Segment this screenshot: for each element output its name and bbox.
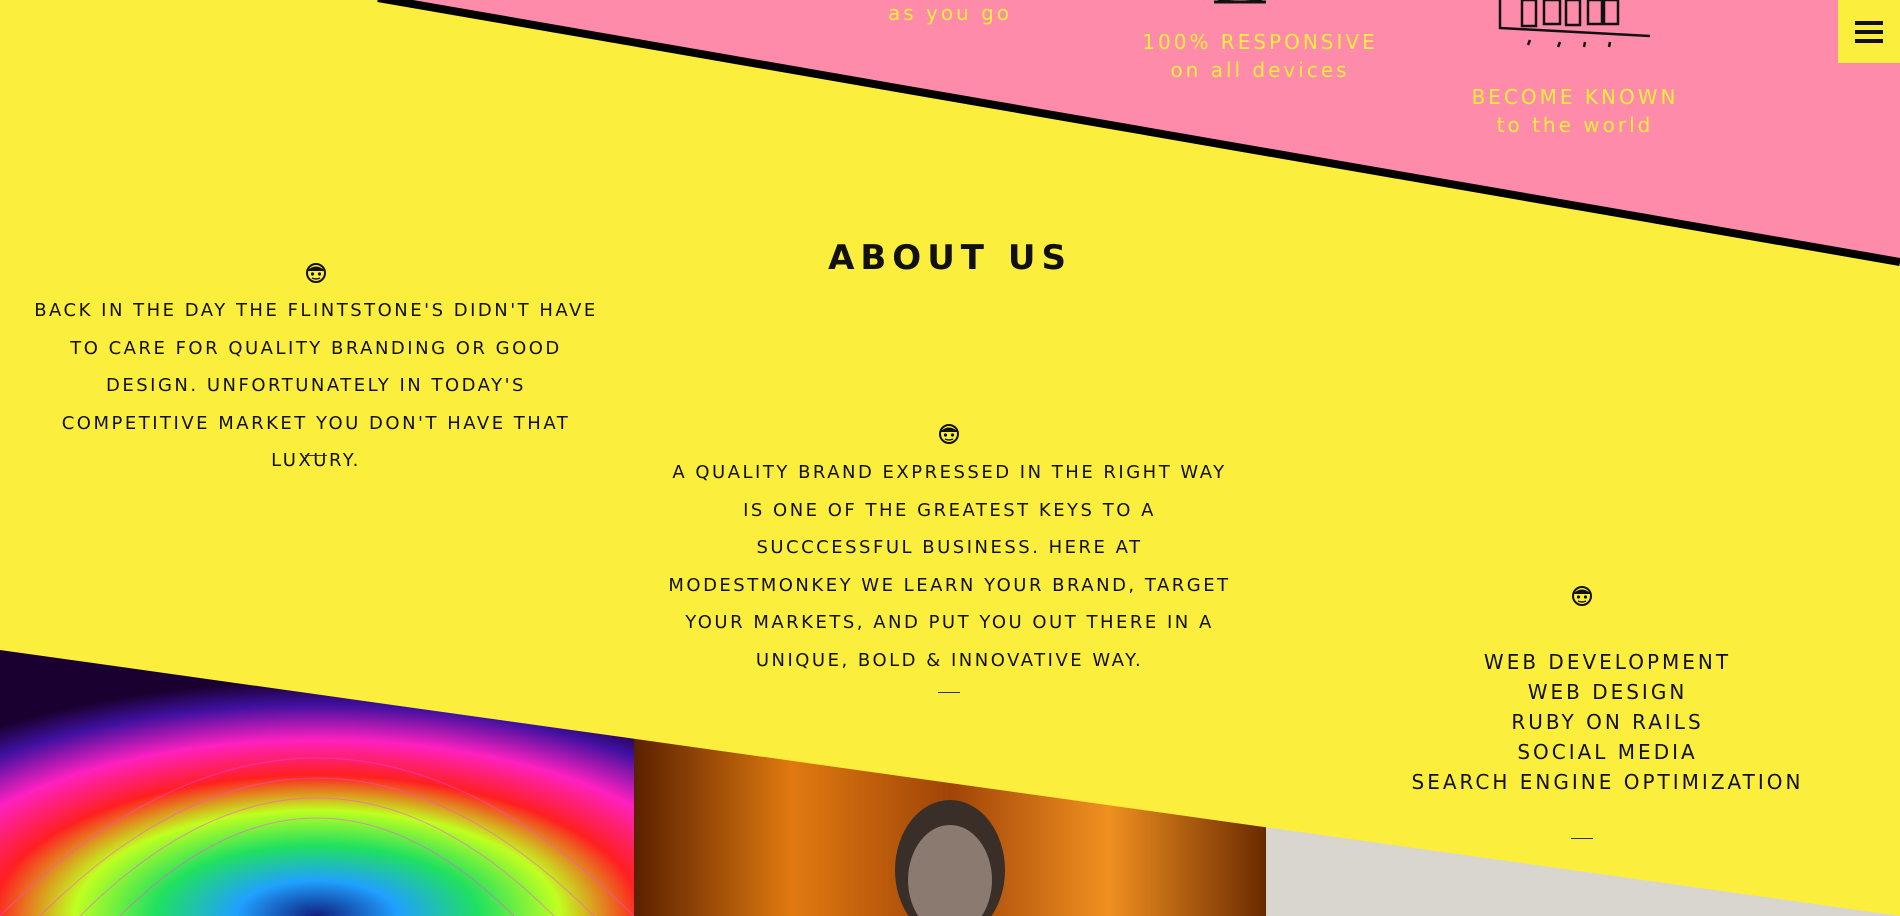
device-illustration — [1214, 0, 1266, 4]
divider — [938, 692, 960, 693]
feature-1-subtitle: as you go — [887, 1, 1013, 25]
about-title: ABOUT US — [828, 238, 1072, 278]
feature-2-subtitle: on all devices — [1170, 58, 1350, 82]
feature-3-title: BECOME KNOWN — [1471, 85, 1679, 109]
monkey-icon — [306, 263, 326, 283]
rainbow-image — [0, 650, 634, 916]
services-list: WEB DEVELOPMENT WEB DESIGN RUBY ON RAILS… — [1380, 647, 1835, 797]
service-item: RUBY ON RAILS — [1511, 710, 1704, 734]
feature-3-subtitle: to the world — [1496, 113, 1654, 137]
hamburger-menu-icon — [1855, 20, 1883, 43]
monkey-icon — [939, 424, 959, 444]
divider — [1571, 838, 1593, 839]
service-item: WEB DEVELOPMENT — [1483, 650, 1732, 674]
feature-2: 100% RESPONSIVE on all devices — [1110, 28, 1410, 84]
feature-2-title: 100% RESPONSIVE — [1142, 30, 1378, 54]
feature-3: BECOME KNOWN to the world — [1425, 83, 1725, 139]
service-item: WEB DESIGN — [1527, 680, 1688, 704]
city-illustration — [1498, 0, 1651, 48]
buddha-image — [634, 650, 1266, 916]
service-item: SOCIAL MEDIA — [1517, 740, 1698, 764]
divider — [305, 455, 327, 456]
about-left-text: BACK IN THE DAY THE FLINTSTONE'S DIDN'T … — [34, 300, 598, 471]
menu-button[interactable] — [1838, 0, 1900, 63]
monkey-icon — [1572, 586, 1592, 606]
about-center-text: A QUALITY BRAND EXPRESSED IN THE RIGHT W… — [668, 462, 1231, 671]
feature-1: as you go — [830, 0, 1070, 27]
service-item: SEARCH ENGINE OPTIMIZATION — [1411, 770, 1804, 794]
